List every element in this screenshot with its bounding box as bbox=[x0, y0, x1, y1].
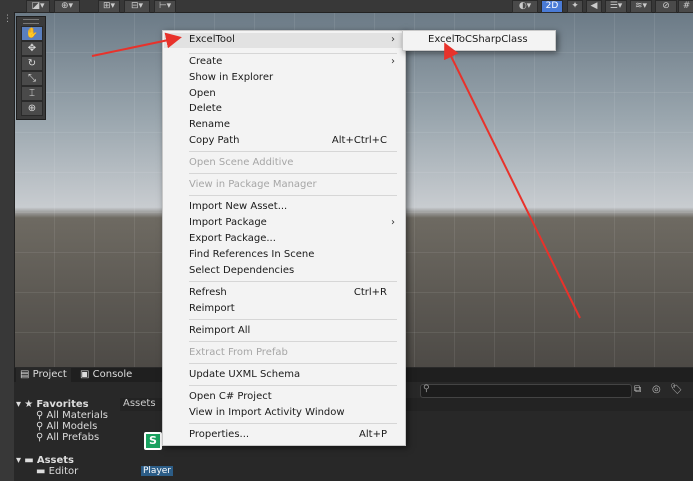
folder-icon: ▤ bbox=[20, 369, 30, 380]
submenu-arrow-icon: › bbox=[391, 217, 395, 228]
favorite-item[interactable]: ⚲ All Materials bbox=[36, 410, 108, 421]
asset-file-label[interactable]: Player bbox=[141, 466, 174, 476]
menu-separator bbox=[189, 173, 397, 174]
folder-icon: ▬ bbox=[24, 455, 34, 466]
menu-item-properties[interactable]: Properties... bbox=[189, 429, 249, 440]
menu-item-open-scene-additive: Open Scene Additive bbox=[189, 157, 294, 168]
search-icon: ⚲ bbox=[36, 410, 44, 421]
menu-separator bbox=[189, 53, 397, 54]
menu-item-refresh[interactable]: Refresh bbox=[189, 287, 227, 298]
menu-separator bbox=[189, 341, 397, 342]
layers-icon[interactable]: ≋▾ bbox=[630, 0, 652, 13]
more-vertical-icon[interactable]: ⋮ bbox=[3, 14, 12, 24]
menu-item-exceltool[interactable]: ExcelTool bbox=[189, 34, 235, 45]
search-icon: ⚲ bbox=[36, 432, 44, 443]
tab-project-label: Project bbox=[32, 369, 67, 380]
draw-mode-icon[interactable]: ◪▾ bbox=[26, 0, 50, 13]
mode-2d-button[interactable]: 2D bbox=[541, 0, 563, 13]
lighting-icon[interactable]: ✦ bbox=[567, 0, 583, 13]
move-tool-icon[interactable]: ✥ bbox=[21, 41, 43, 56]
menu-separator bbox=[189, 151, 397, 152]
menu-item-import-package[interactable]: Import Package bbox=[189, 217, 267, 228]
visibility-icon[interactable]: ⊘ bbox=[655, 0, 677, 13]
favorites-row[interactable]: ▾ ★ Favorites bbox=[16, 399, 89, 410]
menu-separator bbox=[189, 423, 397, 424]
grid-snap-icon[interactable]: ⊞▾ bbox=[98, 0, 120, 13]
context-menu: ExcelTool › Create › Show in Explorer Op… bbox=[162, 30, 406, 446]
tab-console-label: Console bbox=[92, 369, 133, 380]
menu-item-find-references[interactable]: Find References In Scene bbox=[189, 249, 314, 260]
rect-tool-icon[interactable]: ⌶ bbox=[21, 86, 43, 101]
favorite-label: All Models bbox=[46, 421, 98, 432]
menu-item-import-new-asset[interactable]: Import New Asset... bbox=[189, 201, 287, 212]
folder-icon: ▬ bbox=[36, 466, 46, 477]
favorite-item[interactable]: ⚲ All Models bbox=[36, 421, 97, 432]
favorites-label: Favorites bbox=[36, 399, 89, 410]
console-icon: ▣ bbox=[80, 369, 90, 380]
submenu-arrow-icon: › bbox=[391, 56, 395, 67]
menu-separator bbox=[189, 195, 397, 196]
scene-toolbar: ◪▾ ⊕▾ ⊞▾ ⊟▾ ⊢▾ ◐▾ 2D ✦ ◀ ☰▾ ≋▾ ⊘ # bbox=[14, 0, 693, 13]
search-icon: ⚲ bbox=[423, 384, 430, 394]
shortcut-refresh: Ctrl+R bbox=[353, 287, 387, 298]
assets-label: Assets bbox=[36, 455, 75, 466]
rotate-tool-icon[interactable]: ↻ bbox=[21, 56, 43, 71]
ruler-icon[interactable]: ⊢▾ bbox=[154, 0, 176, 13]
favorite-label: All Prefabs bbox=[46, 432, 100, 443]
favorite-item[interactable]: ⚲ All Prefabs bbox=[36, 432, 99, 443]
menu-item-update-uxml-schema[interactable]: Update UXML Schema bbox=[189, 369, 300, 380]
menu-item-extract-from-prefab: Extract From Prefab bbox=[189, 347, 288, 358]
transform-tool-icon[interactable]: ⊕ bbox=[21, 101, 43, 116]
effects-icon[interactable]: ☰▾ bbox=[605, 0, 627, 13]
star-icon: ★ bbox=[24, 399, 34, 410]
menu-item-create[interactable]: Create bbox=[189, 56, 222, 67]
project-tree: ▾ ★ Favorites ⚲ All Materials ⚲ All Mode… bbox=[14, 382, 120, 481]
menu-item-rename[interactable]: Rename bbox=[189, 119, 230, 130]
submenu-item-excel-to-csharp[interactable]: ExcelToCSharpClass bbox=[428, 34, 528, 45]
menu-item-view-in-package-manager: View in Package Manager bbox=[189, 179, 317, 190]
menu-item-show-in-explorer[interactable]: Show in Explorer bbox=[189, 72, 273, 83]
type-filter-icon[interactable]: ◎ bbox=[652, 384, 661, 395]
favorite-label: All Materials bbox=[46, 410, 108, 421]
scene-filter-icon[interactable]: ⧉ bbox=[634, 384, 641, 395]
search-input[interactable]: ⚲ bbox=[420, 384, 632, 398]
menu-separator bbox=[189, 281, 397, 282]
shortcut-properties: Alt+P bbox=[359, 429, 387, 440]
menu-item-view-import-activity[interactable]: View in Import Activity Window bbox=[189, 407, 345, 418]
menu-separator bbox=[189, 385, 397, 386]
left-edge-bar: ⋮ bbox=[0, 0, 15, 481]
spreadsheet-file-icon[interactable]: S bbox=[144, 432, 162, 450]
gizmo-globe-icon[interactable]: ⊕▾ bbox=[54, 0, 80, 13]
menu-separator bbox=[189, 319, 397, 320]
breadcrumb-assets[interactable]: Assets bbox=[123, 398, 156, 409]
menu-item-copy-path[interactable]: Copy Path bbox=[189, 135, 240, 146]
tab-console[interactable]: ▣ Console bbox=[76, 368, 136, 382]
hand-tool-icon[interactable]: ✋ bbox=[21, 26, 43, 41]
label-filter-icon[interactable]: 🏷 bbox=[670, 384, 683, 395]
menu-item-select-dependencies[interactable]: Select Dependencies bbox=[189, 265, 294, 276]
menu-separator bbox=[189, 363, 397, 364]
menu-item-reimport[interactable]: Reimport bbox=[189, 303, 235, 314]
assets-row[interactable]: ▾ ▬ Assets bbox=[16, 455, 74, 466]
menu-item-open-csharp-project[interactable]: Open C# Project bbox=[189, 391, 272, 402]
shading-sphere-icon[interactable]: ◐▾ bbox=[512, 0, 538, 13]
asset-folder-item[interactable]: ▬ Editor bbox=[36, 466, 78, 477]
menu-item-delete[interactable]: Delete bbox=[189, 103, 222, 114]
snap-increment-icon[interactable]: ⊟▾ bbox=[124, 0, 150, 13]
tool-palette: ✋ ✥ ↻ ⤡ ⌶ ⊕ bbox=[16, 16, 46, 120]
drag-handle[interactable] bbox=[23, 19, 39, 24]
menu-item-export-package[interactable]: Export Package... bbox=[189, 233, 276, 244]
search-icon: ⚲ bbox=[36, 421, 44, 432]
shortcut-copy-path: Alt+Ctrl+C bbox=[331, 135, 387, 146]
menu-item-open[interactable]: Open bbox=[189, 88, 216, 99]
folder-label: Editor bbox=[48, 466, 79, 477]
grid-toggle-icon[interactable]: # bbox=[678, 0, 693, 13]
menu-item-reimport-all[interactable]: Reimport All bbox=[189, 325, 250, 336]
submenu-arrow-icon: › bbox=[391, 34, 395, 45]
spreadsheet-s-icon: S bbox=[146, 434, 160, 448]
scale-tool-icon[interactable]: ⤡ bbox=[21, 71, 43, 86]
submenu: ExcelToCSharpClass bbox=[402, 30, 556, 51]
audio-icon[interactable]: ◀ bbox=[586, 0, 602, 13]
tab-project[interactable]: ▤ Project bbox=[16, 368, 71, 382]
